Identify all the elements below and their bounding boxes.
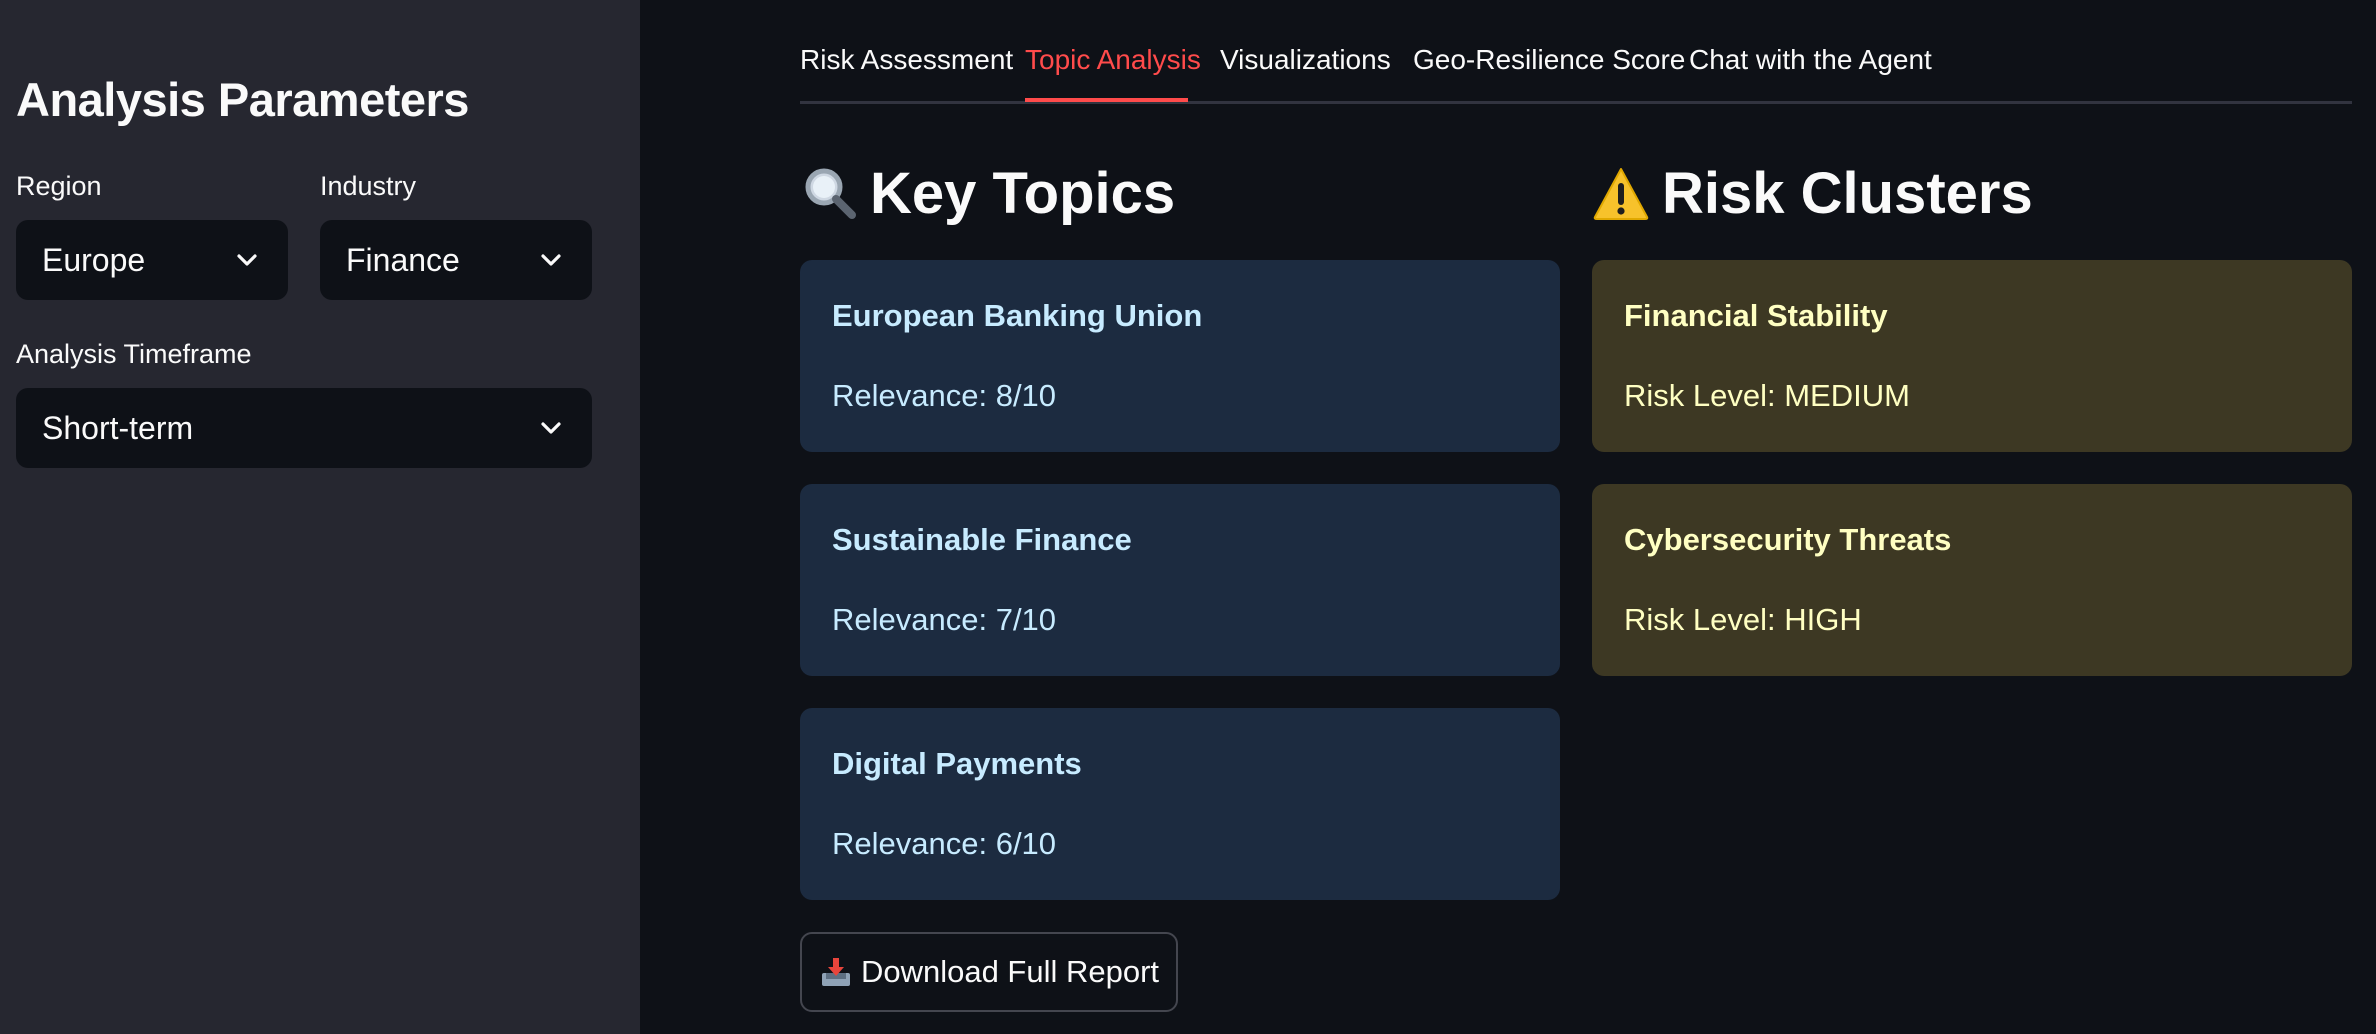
risk-clusters-title: Risk Clusters	[1662, 161, 2033, 226]
download-report-button[interactable]: Download Full Report	[800, 932, 1178, 1012]
topic-name: Digital Payments	[832, 746, 1082, 781]
topic-relevance: Relevance: 8/10	[832, 378, 1057, 413]
region-select[interactable]: Europe	[16, 220, 288, 300]
industry-select[interactable]: Finance	[320, 220, 592, 300]
risk-card: Cybersecurity Threats Risk Level: HIGH	[1592, 484, 2352, 676]
industry-label: Industry	[320, 171, 417, 201]
industry-value: Finance	[346, 241, 460, 278]
chevron-down-icon	[237, 254, 257, 266]
topic-card: European Banking Union Relevance: 8/10	[800, 260, 1560, 452]
tab-bar: Risk Assessment Topic Analysis Visualiza…	[800, 0, 2352, 104]
key-topics-title: Key Topics	[870, 161, 1176, 226]
timeframe-label: Analysis Timeframe	[16, 339, 252, 369]
tab-chat-with-the-agent[interactable]: Chat with the Agent	[1689, 44, 1932, 76]
tab-geo-resilience-score[interactable]: Geo-Resilience Score	[1413, 44, 1685, 76]
region-label: Region	[16, 171, 102, 201]
topic-card: Sustainable Finance Relevance: 7/10	[800, 484, 1560, 676]
chevron-down-icon	[541, 422, 561, 434]
region-value: Europe	[42, 241, 146, 278]
sidebar-title: Analysis Parameters	[16, 73, 469, 126]
topic-name: Sustainable Finance	[832, 522, 1132, 557]
magnifying-glass-icon	[805, 168, 856, 219]
tab-risk-assessment[interactable]: Risk Assessment	[800, 44, 1013, 76]
tab-topic-analysis[interactable]: Topic Analysis	[1025, 44, 1201, 76]
risk-card: Financial Stability Risk Level: MEDIUM	[1592, 260, 2352, 452]
risk-level: Risk Level: HIGH	[1624, 602, 1862, 637]
download-label: Download Full Report	[860, 954, 1160, 989]
risk-name: Cybersecurity Threats	[1624, 522, 1952, 557]
chevron-down-icon	[541, 254, 561, 266]
risk-name: Financial Stability	[1624, 298, 1888, 333]
timeframe-select[interactable]: Short-term	[16, 388, 592, 468]
tab-visualizations[interactable]: Visualizations	[1220, 44, 1391, 76]
key-topics-heading: Key Topics	[800, 160, 1175, 227]
inbox-tray-icon	[821, 958, 850, 986]
risk-level: Risk Level: MEDIUM	[1624, 378, 1910, 413]
sidebar: Analysis Parameters Region Europe Indust…	[0, 0, 640, 1034]
topic-card: Digital Payments Relevance: 6/10	[800, 708, 1560, 900]
topic-relevance: Relevance: 7/10	[832, 602, 1057, 637]
risk-clusters-heading: Risk Clusters	[1592, 160, 2033, 227]
topic-name: European Banking Union	[832, 298, 1203, 333]
active-tab-indicator	[1025, 98, 1188, 102]
warning-icon	[1593, 167, 1649, 220]
topic-relevance: Relevance: 6/10	[832, 826, 1057, 861]
timeframe-value: Short-term	[42, 409, 194, 446]
